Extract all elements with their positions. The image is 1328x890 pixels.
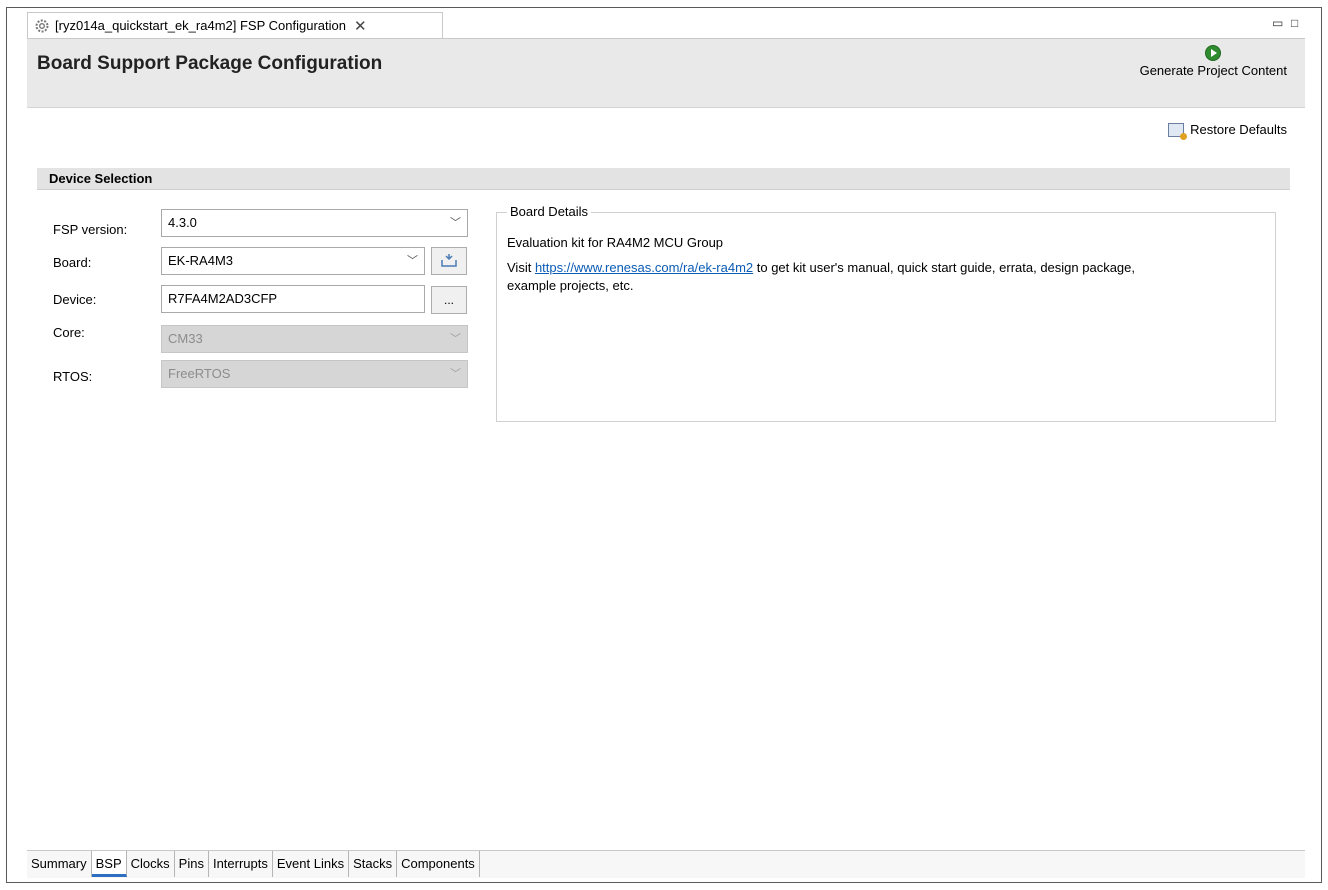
board-select[interactable]: EK-RA4M3 ﹀ bbox=[161, 247, 425, 275]
board-details-visit-line: Visit https://www.renesas.com/ra/ek-ra4m… bbox=[507, 260, 1135, 275]
rtos-value: FreeRTOS bbox=[168, 366, 231, 381]
device-value: R7FA4M2AD3CFP bbox=[168, 291, 278, 306]
core-label: Core: bbox=[53, 325, 85, 340]
maximize-icon[interactable]: □ bbox=[1291, 16, 1298, 30]
board-details-examples-line: example projects, etc. bbox=[507, 278, 634, 293]
page-header: Board Support Package Configuration Gene… bbox=[27, 39, 1305, 108]
generate-label: Generate Project Content bbox=[1139, 63, 1287, 78]
minimize-icon[interactable]: ▭ bbox=[1272, 16, 1283, 30]
device-field[interactable]: R7FA4M2AD3CFP bbox=[161, 285, 425, 313]
tab-interrupts[interactable]: Interrupts bbox=[208, 851, 273, 877]
page-title: Board Support Package Configuration bbox=[37, 53, 383, 74]
core-value: CM33 bbox=[168, 331, 203, 346]
import-board-button[interactable] bbox=[431, 247, 467, 275]
chevron-down-icon: ﹀ bbox=[450, 333, 461, 345]
editor-tab-fsp-configuration[interactable]: [ryz014a_quickstart_ek_ra4m2] FSP Config… bbox=[27, 12, 443, 38]
tab-pins[interactable]: Pins bbox=[174, 851, 209, 877]
browse-device-button[interactable]: ... bbox=[431, 286, 467, 314]
import-icon bbox=[441, 254, 457, 267]
board-label: Board: bbox=[53, 255, 92, 270]
device-selection-header: Device Selection bbox=[37, 168, 1290, 190]
fsp-version-select[interactable]: 4.3.0 ﹀ bbox=[161, 209, 468, 237]
kit-link[interactable]: https://www.renesas.com/ra/ek-ra4m2 bbox=[535, 260, 753, 275]
board-details-description: Evaluation kit for RA4M2 MCU Group bbox=[507, 235, 724, 250]
board-details-group: Board Details Evaluation kit for RA4M2 M… bbox=[496, 204, 1276, 422]
play-icon bbox=[1205, 45, 1222, 61]
bottom-tab-bar: Summary BSP Clocks Pins Interrupts Event… bbox=[27, 850, 1305, 878]
restore-label: Restore Defaults bbox=[1190, 122, 1287, 137]
device-label: Device: bbox=[53, 292, 97, 307]
tab-event-links[interactable]: Event Links bbox=[272, 851, 350, 877]
restore-defaults-button[interactable]: Restore Defaults bbox=[1168, 122, 1287, 140]
fsp-version-label: FSP version: bbox=[53, 222, 128, 237]
visit-after-link-text: to get kit user's manual, quick start gu… bbox=[753, 260, 1135, 275]
tab-clocks[interactable]: Clocks bbox=[126, 851, 175, 877]
rtos-select: FreeRTOS ﹀ bbox=[161, 360, 468, 388]
chevron-down-icon: ﹀ bbox=[450, 368, 461, 380]
chevron-down-icon: ﹀ bbox=[407, 255, 418, 267]
chevron-down-icon: ﹀ bbox=[450, 217, 461, 229]
close-icon[interactable]: ✕ bbox=[354, 17, 367, 35]
tab-components[interactable]: Components bbox=[397, 851, 480, 877]
fsp-configuration-editor: [ryz014a_quickstart_ek_ra4m2] FSP Config… bbox=[27, 12, 1305, 880]
visit-text: Visit bbox=[507, 260, 535, 275]
fsp-version-value: 4.3.0 bbox=[168, 215, 197, 230]
gear-icon bbox=[35, 19, 49, 32]
core-select: CM33 ﹀ bbox=[161, 325, 468, 353]
tab-summary[interactable]: Summary bbox=[27, 851, 92, 877]
tab-bsp[interactable]: BSP bbox=[91, 851, 127, 877]
restore-icon bbox=[1168, 122, 1188, 140]
editor-tab-bar: [ryz014a_quickstart_ek_ra4m2] FSP Config… bbox=[27, 12, 1305, 39]
editor-tab-label: [ryz014a_quickstart_ek_ra4m2] FSP Config… bbox=[55, 18, 346, 33]
tab-stacks[interactable]: Stacks bbox=[349, 851, 398, 877]
generate-project-content-button[interactable]: Generate Project Content bbox=[1140, 45, 1287, 78]
board-value: EK-RA4M3 bbox=[168, 253, 234, 268]
board-details-title: Board Details bbox=[507, 204, 592, 219]
rtos-label: RTOS: bbox=[53, 369, 93, 384]
